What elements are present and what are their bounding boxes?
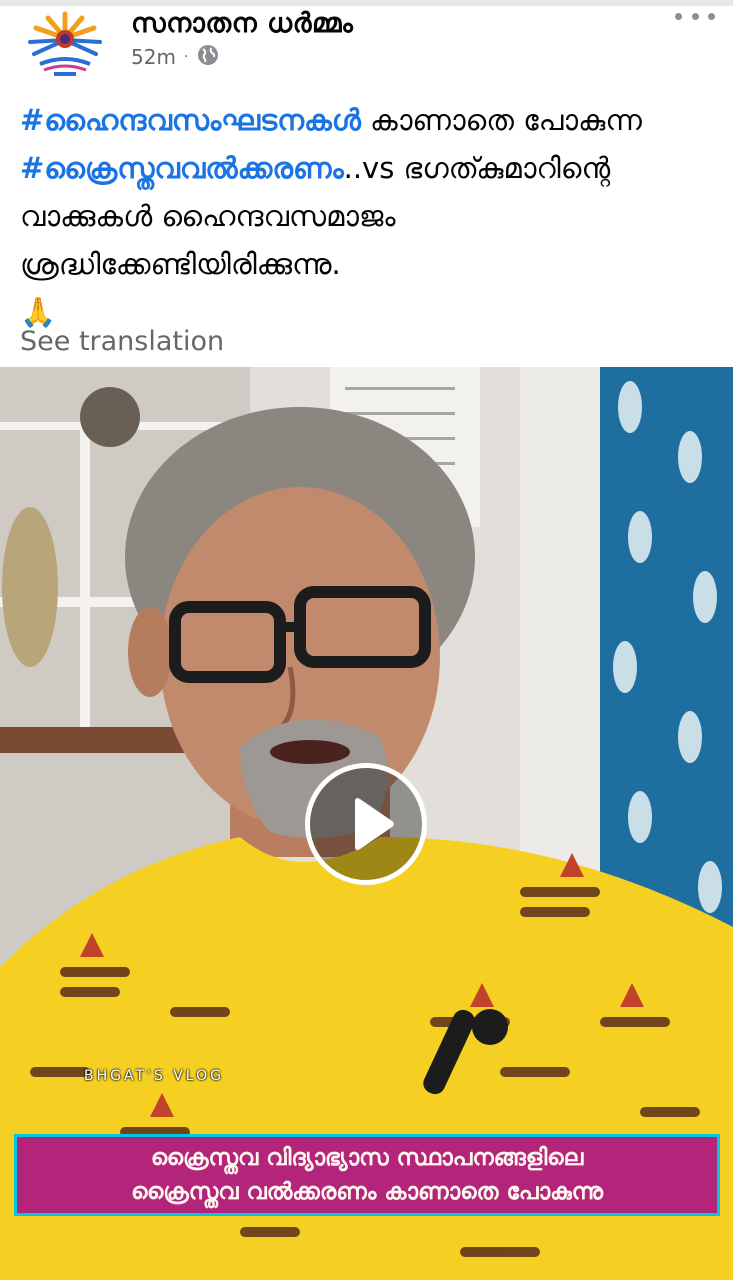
play-icon bbox=[355, 798, 394, 850]
page-name-link[interactable]: സനാതന ധർമ്മം bbox=[131, 8, 353, 40]
more-options-icon[interactable] bbox=[675, 6, 715, 26]
hashtag-link[interactable]: #ക്രൈസ്തവവൽക്കരണം bbox=[20, 151, 344, 185]
see-translation-link[interactable]: See translation bbox=[20, 326, 224, 357]
video-caption-banner: ക്രൈസ്തവ വിദ്യാഭ്യാസ സ്ഥാപനങ്ങളിലെ ക്രൈസ… bbox=[14, 1134, 720, 1216]
post-text: #ഹൈന്ദവസംഘടനകൾ കാണാതെ പോകുന്ന #ക്രൈസ്തവവ… bbox=[20, 96, 720, 336]
more-dot-1 bbox=[675, 12, 682, 20]
post-header: സനാതന ധർമ്മം 52m · bbox=[0, 6, 733, 92]
post-time[interactable]: 52m bbox=[131, 45, 176, 69]
page-avatar[interactable] bbox=[18, 8, 112, 84]
more-dot-2 bbox=[691, 12, 699, 20]
post-meta: 52m · bbox=[131, 43, 220, 71]
video-watermark: BHGAT'S VLOG bbox=[84, 1068, 224, 1084]
caption-line: ക്രൈസ്തവ വിദ്യാഭ്യാസ സ്ഥാപനങ്ങളിലെ bbox=[150, 1145, 584, 1171]
meta-separator: · bbox=[183, 49, 189, 65]
post-text-part: കാണാതെ പോകുന്ന bbox=[360, 103, 642, 137]
more-dot-3 bbox=[708, 12, 715, 20]
folded-hands-emoji: 🙏 bbox=[20, 295, 57, 329]
caption-line: ക്രൈസ്തവ വൽക്കരണം കാണാതെ പോകുന്നു bbox=[130, 1179, 604, 1205]
play-button[interactable] bbox=[305, 763, 427, 885]
globe-icon bbox=[196, 43, 220, 72]
video-player[interactable]: BHGAT'S VLOG ക്രൈസ്തവ വിദ്യാഭ്യാസ സ്ഥാപന… bbox=[0, 367, 733, 1280]
hashtag-link[interactable]: #ഹൈന്ദവസംഘടനകൾ bbox=[20, 103, 361, 137]
